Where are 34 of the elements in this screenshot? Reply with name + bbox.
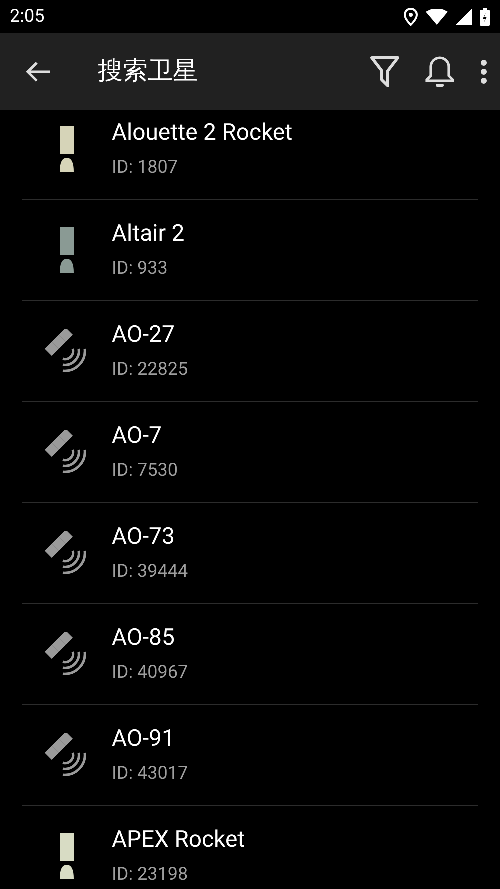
satellite-id: ID: 43017 <box>112 763 188 785</box>
satellite-name: AO-27 <box>112 321 176 349</box>
satellite-id: ID: 1807 <box>112 157 179 179</box>
filter-button[interactable] <box>370 56 400 88</box>
satellite-list-item[interactable]: Altair 2 ID: 933 <box>22 200 478 301</box>
location-icon <box>404 8 418 26</box>
satellite-list-item[interactable]: AO-7 ID: 7530 <box>22 402 478 503</box>
satellite-id: ID: 933 <box>112 258 169 280</box>
satellite-name: Altair 2 <box>112 220 185 248</box>
notifications-button[interactable] <box>424 54 456 88</box>
more-options-button[interactable] <box>480 58 488 84</box>
satellite-list-item[interactable]: AO-73 ID: 39444 <box>22 503 478 604</box>
satellite-id: ID: 22825 <box>112 359 188 381</box>
satellite-id: ID: 40967 <box>112 662 188 684</box>
satellite-name: AO-85 <box>112 624 176 652</box>
satellite-name: Alouette 2 Rocket <box>112 119 293 147</box>
satellite-list-item[interactable]: AO-85 ID: 40967 <box>22 604 478 705</box>
satellite-id: ID: 39444 <box>112 561 188 583</box>
back-button[interactable] <box>24 60 52 84</box>
satellite-id: ID: 23198 <box>112 864 190 886</box>
battery-icon <box>480 8 490 26</box>
wifi-icon <box>426 8 448 24</box>
satellite-list-item[interactable]: AO-91 ID: 43017 <box>22 705 478 806</box>
satellite-list-item[interactable]: APEX Rocket ID: 23198 <box>22 806 478 889</box>
satellite-name: APEX Rocket <box>112 826 246 854</box>
satellite-id: ID: 7530 <box>112 460 178 482</box>
screen-title: 搜索卫星 <box>98 56 199 88</box>
satellite-list-item[interactable]: Alouette 2 Rocket ID: 1807 <box>22 110 478 200</box>
satellite-name: AO-7 <box>112 422 163 450</box>
satellite-name: AO-91 <box>112 725 176 753</box>
signal-icon <box>456 8 472 24</box>
satellite-name: AO-73 <box>112 523 176 551</box>
satellite-list-item[interactable]: AO-27 ID: 22825 <box>22 301 478 402</box>
status-time: 2:05 <box>10 5 45 29</box>
